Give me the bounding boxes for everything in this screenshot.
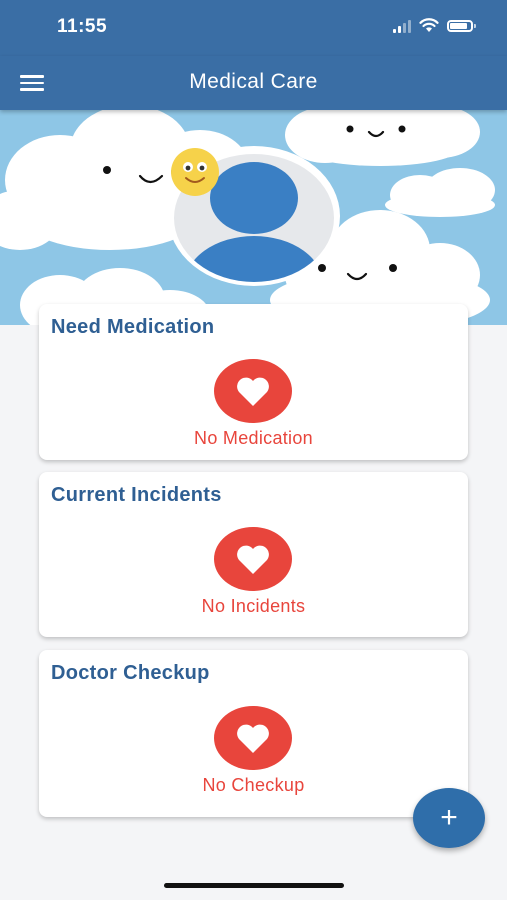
wifi-icon <box>419 18 439 32</box>
user-avatar-icon[interactable] <box>168 146 340 286</box>
heart-icon <box>214 706 292 770</box>
add-button[interactable]: + <box>413 788 485 848</box>
card-status: No Medication <box>194 428 313 448</box>
card-title: Need Medication <box>51 316 215 338</box>
need-medication-card[interactable]: Need Medication No Medication <box>39 304 468 460</box>
card-status: No Checkup <box>202 775 305 795</box>
heart-icon <box>214 359 292 423</box>
card-title: Doctor Checkup <box>51 662 210 684</box>
page-title: Medical Care <box>189 70 318 93</box>
home-indicator[interactable] <box>164 883 344 888</box>
heart-icon <box>214 527 292 591</box>
card-status: No Incidents <box>201 596 306 616</box>
card-title: Current Incidents <box>51 484 222 506</box>
app-bar: Medical Care <box>0 56 507 110</box>
signal-icon <box>393 19 411 33</box>
doctor-checkup-card[interactable]: Doctor Checkup No Checkup <box>39 650 468 817</box>
status-bar: 11:55 <box>0 0 507 56</box>
status-icons <box>393 18 476 33</box>
current-incidents-card[interactable]: Current Incidents No Incidents <box>39 472 468 637</box>
status-time: 11:55 <box>57 16 108 37</box>
plus-icon: + <box>440 801 458 834</box>
smiley-emoji-icon <box>171 148 219 196</box>
battery-icon <box>447 19 476 32</box>
